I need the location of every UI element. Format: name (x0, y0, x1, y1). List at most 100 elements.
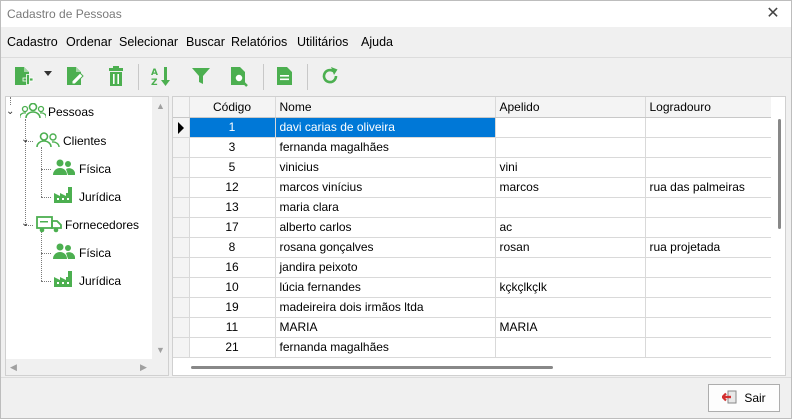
chevron-down-icon[interactable]: ⌄ (21, 218, 29, 229)
grid-horizontal-scrollbar[interactable] (173, 359, 785, 375)
scroll-thumb[interactable] (778, 119, 781, 229)
search-document-icon[interactable] (227, 64, 251, 88)
table-row[interactable]: 5 vinicius vini (173, 157, 776, 178)
cell-nome[interactable]: rosana gonçalves (275, 237, 496, 258)
table-row[interactable]: 10 lúcia fernandes kçkçlkçlk (173, 277, 776, 298)
chevron-down-icon[interactable]: ⌄ (6, 106, 14, 117)
cell-codigo[interactable]: 5 (189, 157, 276, 178)
scroll-up-icon[interactable]: ▲ (156, 101, 165, 111)
filter-icon[interactable] (189, 64, 213, 88)
cell-logradouro[interactable] (645, 277, 776, 298)
cell-apelido[interactable] (495, 257, 646, 278)
cell-nome[interactable]: lúcia fernandes (275, 277, 496, 298)
scroll-down-icon[interactable]: ▼ (156, 345, 165, 355)
grid-vertical-scrollbar[interactable] (771, 97, 785, 359)
cell-nome[interactable]: madeireira dois irmãos ltda (275, 297, 496, 318)
cell-logradouro[interactable] (645, 337, 776, 358)
scroll-left-icon[interactable]: ◀ (10, 362, 17, 373)
cell-nome[interactable]: davi carias de oliveira (275, 117, 496, 138)
menu-utilitarios[interactable]: Utilitários (297, 35, 348, 49)
cell-apelido[interactable]: ac (495, 217, 646, 238)
cell-apelido[interactable]: rosan (495, 237, 646, 258)
table-row[interactable]: 11 MARIA MARIA (173, 317, 776, 338)
cell-codigo[interactable]: 16 (189, 257, 276, 278)
cell-logradouro[interactable]: rua projetada (645, 237, 776, 258)
cell-logradouro[interactable] (645, 117, 776, 138)
tree-node-pessoas[interactable]: Pessoas (48, 105, 94, 119)
cell-nome[interactable]: MARIA (275, 317, 496, 338)
cell-apelido[interactable]: vini (495, 157, 646, 178)
tree-horizontal-scrollbar[interactable]: ◀ ▶ (6, 359, 168, 375)
table-row[interactable]: 3 fernanda magalhães (173, 137, 776, 158)
chevron-down-icon[interactable] (43, 67, 53, 81)
cell-codigo[interactable]: 11 (189, 317, 276, 338)
cell-nome[interactable]: maria clara (275, 197, 496, 218)
table-row[interactable]: 16 jandira peixoto (173, 257, 776, 278)
column-header-nome[interactable]: Nome (275, 97, 496, 118)
cell-logradouro[interactable] (645, 157, 776, 178)
table-row[interactable]: 13 maria clara (173, 197, 776, 218)
table-row[interactable]: 19 madeireira dois irmãos ltda (173, 297, 776, 318)
cell-nome[interactable]: alberto carlos (275, 217, 496, 238)
scroll-right-icon[interactable]: ▶ (140, 362, 147, 373)
cell-codigo[interactable]: 12 (189, 177, 276, 198)
cell-apelido[interactable]: marcos (495, 177, 646, 198)
cell-logradouro[interactable]: rua das palmeiras (645, 177, 776, 198)
tree-node-fornecedores-fisica[interactable]: Física (79, 246, 111, 260)
cell-logradouro[interactable] (645, 257, 776, 278)
cell-apelido[interactable] (495, 337, 646, 358)
menu-ajuda[interactable]: Ajuda (361, 35, 393, 49)
tree-node-clientes[interactable]: Clientes (63, 134, 106, 148)
menu-selecionar[interactable]: Selecionar (119, 35, 178, 49)
cell-nome[interactable]: marcos vinícius (275, 177, 496, 198)
cell-nome[interactable]: vinicius (275, 157, 496, 178)
cell-logradouro[interactable] (645, 317, 776, 338)
table-row[interactable]: 1 davi carias de oliveira (173, 117, 776, 138)
table-row[interactable]: 8 rosana gonçalves rosan rua projetada (173, 237, 776, 258)
table-row[interactable]: 17 alberto carlos ac (173, 217, 776, 238)
edit-document-icon[interactable] (63, 64, 87, 88)
menu-ordenar[interactable]: Ordenar (66, 35, 112, 49)
tree-node-clientes-fisica[interactable]: Física (79, 162, 111, 176)
cell-apelido[interactable]: MARIA (495, 317, 646, 338)
cell-logradouro[interactable] (645, 197, 776, 218)
category-tree[interactable]: ⌄ Pessoas ⌄ Clientes Física Jurídica ⌄ F… (5, 96, 169, 376)
delete-trash-icon[interactable] (104, 64, 128, 88)
cell-apelido[interactable] (495, 137, 646, 158)
exit-button[interactable]: Sair (708, 384, 780, 412)
refresh-icon[interactable] (318, 64, 342, 88)
cell-apelido[interactable] (495, 297, 646, 318)
cell-apelido[interactable]: kçkçlkçlk (495, 277, 646, 298)
menu-relatorios[interactable]: Relatórios (231, 35, 287, 49)
cell-codigo[interactable]: 13 (189, 197, 276, 218)
scroll-thumb[interactable] (191, 366, 553, 369)
cell-codigo[interactable]: 21 (189, 337, 276, 358)
cell-codigo[interactable]: 3 (189, 137, 276, 158)
report-icon[interactable] (273, 64, 297, 88)
cell-apelido[interactable] (495, 197, 646, 218)
cell-logradouro[interactable] (645, 137, 776, 158)
cell-codigo[interactable]: 17 (189, 217, 276, 238)
cell-codigo[interactable]: 19 (189, 297, 276, 318)
column-header-apelido[interactable]: Apelido (495, 97, 646, 118)
close-icon[interactable]: ✕ (763, 4, 783, 24)
column-header-codigo[interactable]: Código (189, 97, 276, 118)
cell-logradouro[interactable] (645, 217, 776, 238)
cell-codigo[interactable]: 10 (189, 277, 276, 298)
tree-node-fornecedores[interactable]: Fornecedores (65, 218, 139, 232)
sort-icon[interactable]: A Z (149, 64, 173, 88)
column-header-logradouro[interactable]: Logradouro (645, 97, 776, 118)
cell-codigo[interactable]: 8 (189, 237, 276, 258)
tree-vertical-scrollbar[interactable]: ▲ ▼ (152, 97, 168, 359)
cell-nome[interactable]: jandira peixoto (275, 257, 496, 278)
menu-cadastro[interactable]: Cadastro (7, 35, 58, 49)
cell-nome[interactable]: fernanda magalhães (275, 137, 496, 158)
cell-apelido[interactable] (495, 117, 646, 138)
menu-buscar[interactable]: Buscar (186, 35, 225, 49)
tree-node-fornecedores-juridica[interactable]: Jurídica (79, 274, 121, 288)
add-document-icon[interactable] (11, 64, 35, 88)
chevron-down-icon[interactable]: ⌄ (21, 134, 29, 145)
tree-node-clientes-juridica[interactable]: Jurídica (79, 190, 121, 204)
people-grid[interactable]: Código Nome Apelido Logradouro 1 davi car… (172, 96, 786, 376)
table-row[interactable]: 12 marcos vinícius marcos rua das palmeiras (173, 177, 776, 198)
